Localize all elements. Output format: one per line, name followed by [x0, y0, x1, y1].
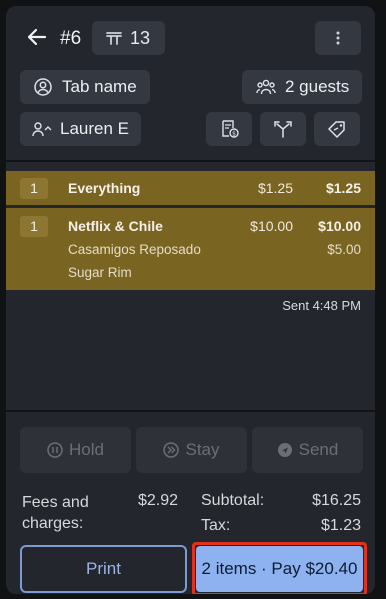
bill-button[interactable]: $	[206, 112, 252, 146]
send-label: Send	[298, 440, 339, 459]
item-name: Everything	[68, 180, 141, 196]
server-button[interactable]: Lauren E	[20, 112, 141, 146]
item-total: $1.25	[325, 180, 361, 196]
item-modifier: Sugar Rim	[68, 265, 132, 280]
hold-label: Hold	[69, 440, 104, 459]
fees-label: Fees and charges:	[22, 494, 89, 532]
subtotal-label: Subtotal:	[201, 492, 265, 509]
order-footer: Hold Stay Send Fees and charges: $2.92 S…	[6, 412, 375, 594]
split-icon	[274, 121, 292, 138]
pay-button[interactable]: 2 items · Pay $20.40	[196, 546, 363, 592]
item-qty: 1	[20, 216, 48, 237]
svg-text:$: $	[232, 131, 236, 138]
fees-value: $2.92	[138, 492, 179, 509]
server-name: Lauren E	[60, 119, 129, 138]
send-button[interactable]: Send	[252, 427, 363, 473]
table-chip[interactable]: 13	[92, 21, 165, 55]
header-divider	[6, 160, 375, 162]
more-options-button[interactable]	[315, 21, 361, 55]
guests-button[interactable]: 2 guests	[242, 70, 362, 104]
print-button[interactable]: Print	[20, 545, 187, 593]
list-item[interactable]: 1 Everything $1.25 $1.25	[6, 171, 375, 205]
table-icon	[106, 32, 122, 45]
table-number: 13	[130, 27, 151, 48]
item-total: $10.00	[318, 218, 361, 234]
user-circle-icon	[34, 78, 52, 96]
hold-button[interactable]: Hold	[20, 427, 131, 473]
item-modifier-price: $5.00	[327, 242, 361, 257]
order-number: #6	[60, 28, 82, 49]
pause-circle-icon	[47, 442, 63, 458]
split-button[interactable]	[260, 112, 306, 146]
order-items-list: 1 Everything $1.25 $1.25 1 Netflix & Chi…	[6, 164, 375, 410]
bill-dollar-icon: $	[222, 120, 239, 138]
sent-status: Sent 4:48 PM	[282, 298, 361, 313]
send-circle-icon	[277, 443, 292, 457]
subtotal-value: $16.25	[312, 492, 361, 509]
tag-discount-icon	[328, 121, 345, 138]
tax-value: $1.23	[320, 517, 361, 534]
tab-name-button[interactable]: Tab name	[20, 70, 150, 104]
fast-forward-circle-icon	[163, 442, 180, 458]
order-panel: #6 13 Tab name 2 guests Lauren E $ 1 Eve…	[6, 6, 375, 594]
guests-icon	[256, 79, 276, 95]
tax-label: Tax:	[201, 517, 231, 534]
item-price: $10.00	[250, 218, 293, 234]
stay-button[interactable]: Stay	[136, 427, 247, 473]
guests-label: 2 guests	[285, 77, 350, 96]
tab-name-label: Tab name	[62, 77, 137, 96]
back-arrow-icon[interactable]	[26, 24, 50, 52]
discount-button[interactable]	[314, 112, 360, 146]
server-icon	[32, 122, 52, 137]
item-modifier: Casamigos Reposado	[68, 242, 201, 257]
stay-label: Stay	[185, 440, 220, 459]
list-item[interactable]: 1 Netflix & Chile $10.00 $10.00 Casamigo…	[6, 208, 375, 290]
more-vertical-icon	[336, 31, 340, 45]
item-qty: 1	[20, 178, 48, 199]
item-name: Netflix & Chile	[68, 218, 163, 234]
order-header: #6 13	[6, 20, 375, 56]
item-price: $1.25	[257, 180, 293, 196]
